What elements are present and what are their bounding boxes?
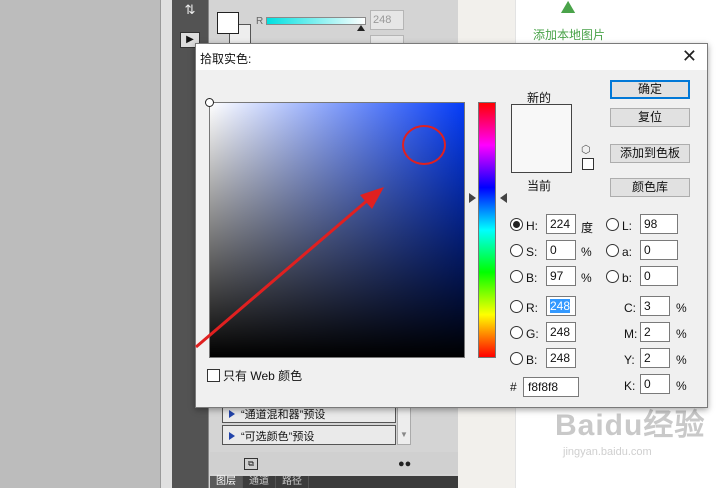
unit-percent: % <box>581 271 592 285</box>
red-input-value: 248 <box>550 299 571 313</box>
web-safe-swatch-icon[interactable] <box>582 158 594 170</box>
radio-g[interactable] <box>510 326 523 339</box>
label-m: M: <box>624 327 638 341</box>
expand-triangle-icon <box>229 432 235 440</box>
slider-channel-label: R <box>256 16 264 27</box>
web-colors-only-checkbox[interactable]: 只有 Web 颜色 <box>207 367 302 384</box>
expand-triangle-icon <box>229 410 235 418</box>
label-k: K: <box>624 379 636 393</box>
preset-label: “可选颜色”预设 <box>241 431 315 443</box>
label-b-brightness: B: <box>526 271 538 285</box>
dialog-titlebar[interactable]: 拾取实色: ✕ <box>196 44 707 70</box>
unit-percent: % <box>676 301 687 315</box>
label-b-blue: B: <box>526 353 538 367</box>
preset-item-selective-color[interactable]: “可选颜色”预设 <box>222 425 396 445</box>
background-canvas-area <box>0 0 160 488</box>
radio-l[interactable] <box>606 218 619 231</box>
color-field[interactable] <box>195 98 465 358</box>
baidu-watermark-url: jingyan.baidu.com <box>563 446 652 458</box>
tab-layers[interactable]: 图层 <box>210 476 243 488</box>
label-y: Y: <box>624 353 635 367</box>
color-swatch-box <box>511 104 572 173</box>
label-l: L: <box>622 219 633 233</box>
label-a: a: <box>622 245 633 259</box>
hue-slider[interactable] <box>478 102 496 358</box>
radio-s[interactable] <box>510 244 523 257</box>
label-s: S: <box>526 245 538 259</box>
web-colors-only-label: 只有 Web 颜色 <box>223 369 303 383</box>
hue-slider-left-arrow[interactable] <box>469 193 476 203</box>
visibility-icon[interactable]: ●● <box>398 458 418 470</box>
tab-paths[interactable]: 路径 <box>276 476 309 488</box>
dialog-title: 拾取实色: <box>200 52 252 66</box>
layers-panel-tabs: 图层 通道 路径 <box>210 476 458 488</box>
clip-to-layer-icon[interactable]: ⧉ <box>244 458 258 470</box>
radio-r[interactable] <box>510 300 523 313</box>
add-local-image-link[interactable]: 添加本地图片 <box>533 26 605 43</box>
label-r: R: <box>526 301 538 315</box>
unit-percent: % <box>676 379 687 393</box>
b-channel-input[interactable]: 0 <box>640 266 678 286</box>
reset-button[interactable]: 复位 <box>610 108 690 127</box>
brightness-input[interactable]: 97 <box>546 266 576 286</box>
current-color-label: 当前 <box>527 179 552 193</box>
slider-value-field[interactable]: 248 <box>370 10 404 30</box>
color-slider-handle[interactable] <box>357 25 365 31</box>
unit-percent: % <box>676 327 687 341</box>
red-input[interactable]: 248 <box>546 296 576 316</box>
hex-input[interactable]: f8f8f8 <box>523 377 579 397</box>
hue-input[interactable]: 224 <box>546 214 576 234</box>
tab-channels[interactable]: 通道 <box>243 476 276 488</box>
preset-label: “通道混和器”预设 <box>241 409 326 421</box>
color-picker-dialog: 拾取实色: ✕ 新的 当前 ⬡ 确定 复位 添加到色板 颜色库 H: 224 度… <box>195 43 708 408</box>
preset-scrollbar[interactable]: ▼ <box>397 403 411 445</box>
label-g: G: <box>526 327 539 341</box>
radio-lab-b[interactable] <box>606 270 619 283</box>
canvas-scroll-edge <box>160 0 172 488</box>
hue-slider-right-arrow[interactable] <box>500 193 507 203</box>
label-lab-b: b: <box>622 271 633 285</box>
unit-percent: % <box>581 245 592 259</box>
new-color-swatch <box>512 105 571 172</box>
radio-a[interactable] <box>606 244 619 257</box>
add-to-swatches-button[interactable]: 添加到色板 <box>610 144 690 163</box>
a-channel-input[interactable]: 0 <box>640 240 678 260</box>
yellow-input[interactable]: 2 <box>640 348 670 368</box>
saturation-input[interactable]: 0 <box>546 240 576 260</box>
color-libraries-button[interactable]: 颜色库 <box>610 178 690 197</box>
magenta-input[interactable]: 2 <box>640 322 670 342</box>
add-image-icon[interactable]: ⛰ <box>548 0 588 18</box>
swap-colors-icon[interactable]: ⇅ <box>180 2 200 20</box>
blue-input[interactable]: 248 <box>546 348 576 368</box>
close-icon[interactable]: ✕ <box>682 46 697 66</box>
ok-button[interactable]: 确定 <box>610 80 690 99</box>
color-slider-track[interactable] <box>266 17 366 25</box>
checkbox-box[interactable] <box>207 369 220 382</box>
cyan-input[interactable]: 3 <box>640 296 670 316</box>
lightness-input[interactable]: 98 <box>640 214 678 234</box>
radio-b-blue[interactable] <box>510 352 523 365</box>
unit-degree: 度 <box>581 221 594 235</box>
foreground-color-swatch[interactable] <box>217 12 239 34</box>
label-h: H: <box>526 219 538 233</box>
annotation-arrow <box>195 187 384 349</box>
label-c: C: <box>624 301 636 315</box>
green-input[interactable]: 248 <box>546 322 576 342</box>
black-input[interactable]: 0 <box>640 374 670 394</box>
hex-label: # <box>510 380 517 394</box>
radio-h[interactable] <box>510 218 523 231</box>
out-of-gamut-cube-icon[interactable]: ⬡ <box>581 143 591 156</box>
unit-percent: % <box>676 353 687 367</box>
radio-b-brightness[interactable] <box>510 270 523 283</box>
